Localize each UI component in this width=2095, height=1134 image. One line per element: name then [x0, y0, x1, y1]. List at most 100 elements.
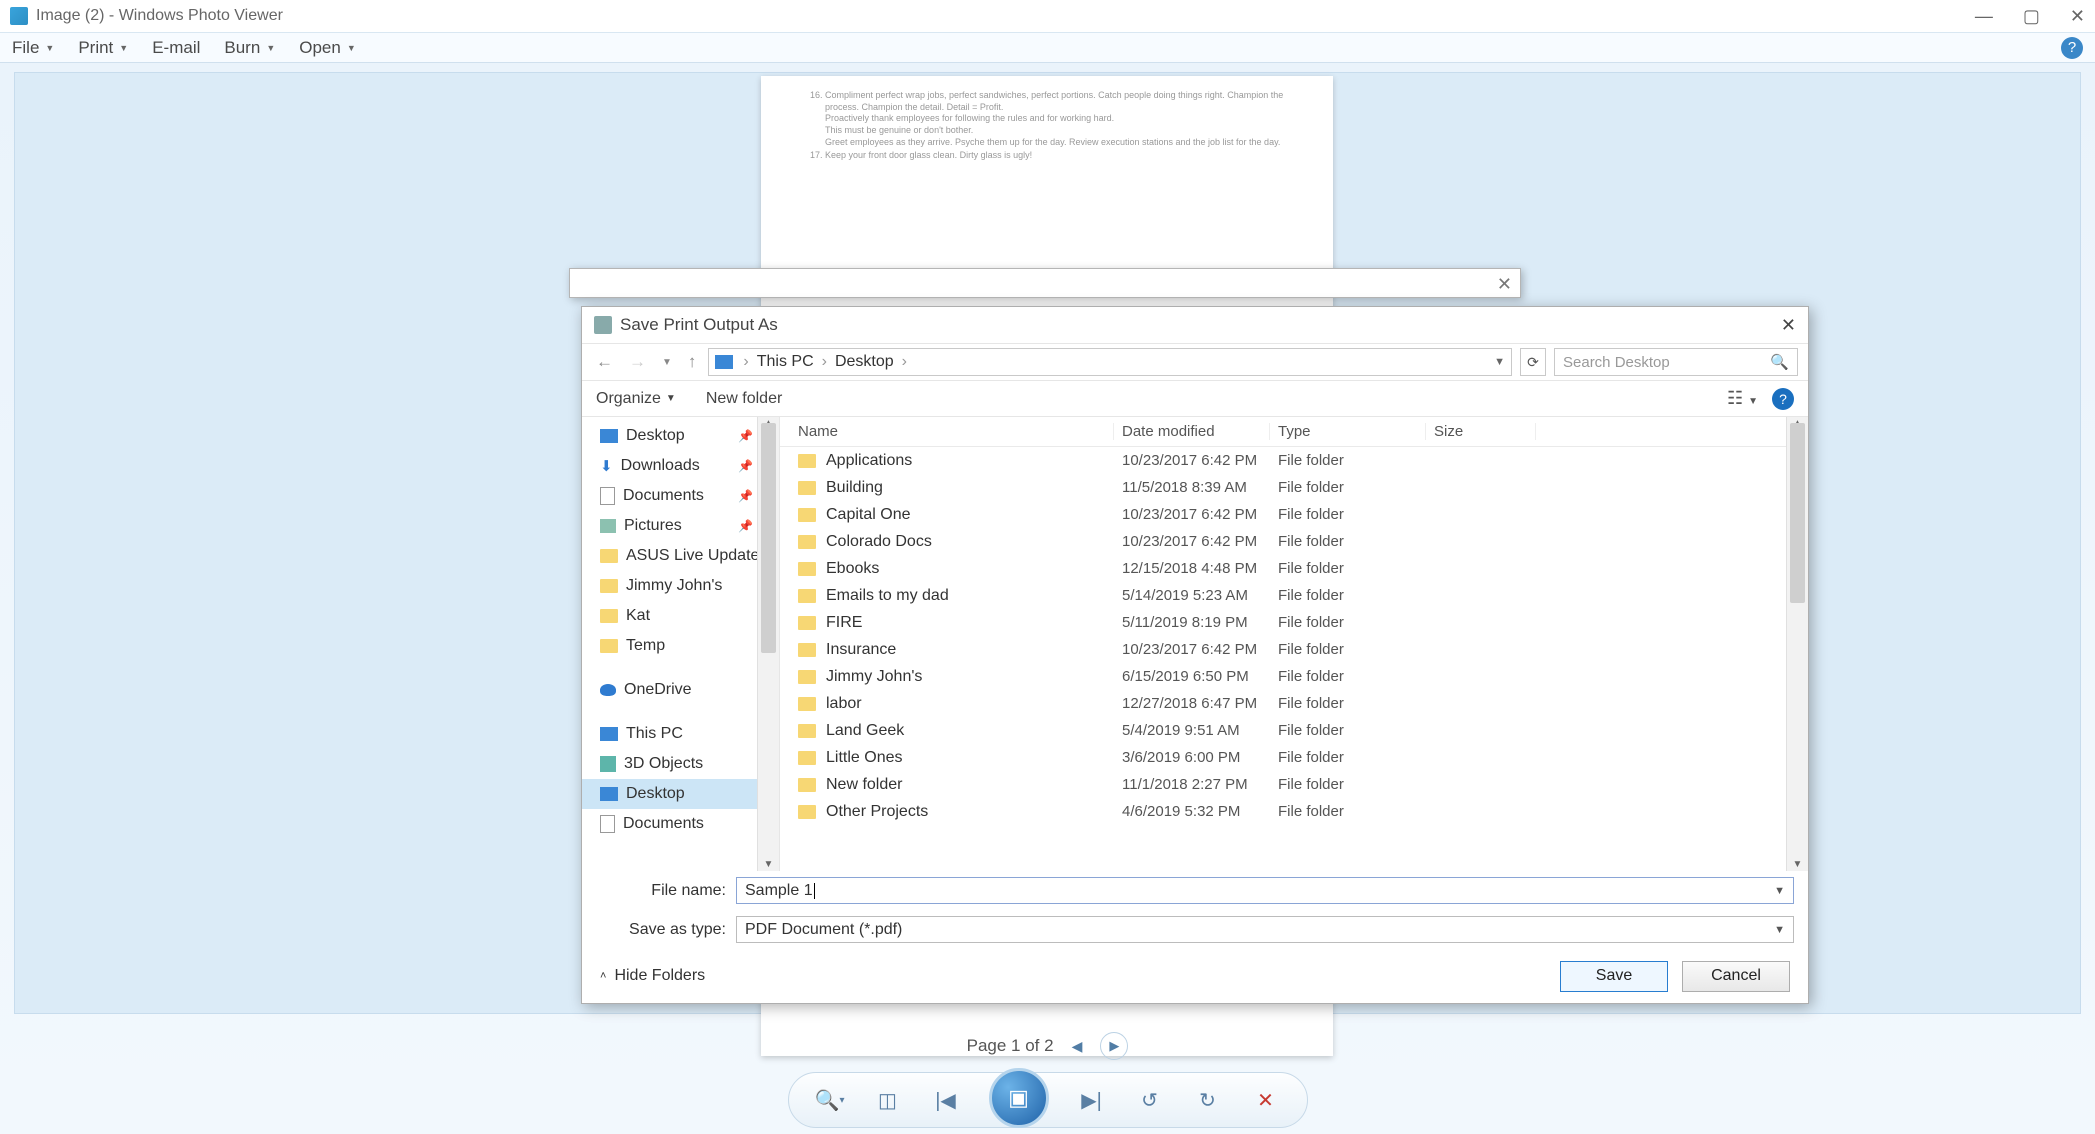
viewer-controls: 🔍▾ ◫ |◀ ▣ ▶| ↺ ↻ ✕: [788, 1072, 1308, 1128]
delete-button[interactable]: ✕: [1251, 1085, 1281, 1115]
zoom-button[interactable]: 🔍▾: [815, 1085, 845, 1115]
file-row[interactable]: Little Ones3/6/2019 6:00 PMFile folder: [780, 744, 1808, 771]
file-row[interactable]: Emails to my dad5/14/2019 5:23 AMFile fo…: [780, 582, 1808, 609]
filename-label: File name:: [596, 882, 736, 900]
dialog-icon: [594, 316, 612, 334]
nav-history-dropdown[interactable]: ▼: [658, 357, 676, 368]
folder-icon: [798, 805, 816, 819]
maximize-button[interactable]: ▢: [2023, 6, 2040, 27]
tree-item[interactable]: ASUS Live Update: [582, 541, 779, 571]
hide-folders-toggle[interactable]: ˄ Hide Folders: [600, 967, 705, 985]
chevron-down-icon[interactable]: ▼: [1494, 356, 1505, 368]
chevron-down-icon[interactable]: ▼: [1774, 924, 1785, 936]
view-options-button[interactable]: ☷ ▼: [1727, 388, 1758, 409]
new-folder-button[interactable]: New folder: [706, 390, 782, 408]
scroll-thumb[interactable]: [1790, 423, 1805, 603]
dialog-close-button[interactable]: ✕: [1781, 315, 1796, 336]
folder-icon: [798, 535, 816, 549]
chevron-down-icon: ▼: [119, 43, 128, 53]
cancel-button[interactable]: Cancel: [1682, 961, 1790, 992]
column-type[interactable]: Type: [1270, 423, 1426, 440]
prev-image-button[interactable]: |◀: [931, 1085, 961, 1115]
rotate-right-button[interactable]: ↻: [1193, 1085, 1223, 1115]
tree-item[interactable]: OneDrive: [582, 675, 779, 705]
tree-item[interactable]: Jimmy John's: [582, 571, 779, 601]
menu-file[interactable]: File▼: [12, 38, 54, 58]
menu-email[interactable]: E-mail: [152, 38, 200, 58]
file-row[interactable]: New folder11/1/2018 2:27 PMFile folder: [780, 771, 1808, 798]
file-row[interactable]: Capital One10/23/2017 6:42 PMFile folder: [780, 501, 1808, 528]
file-row[interactable]: Ebooks12/15/2018 4:48 PMFile folder: [780, 555, 1808, 582]
file-row[interactable]: labor12/27/2018 6:47 PMFile folder: [780, 690, 1808, 717]
close-icon[interactable]: ✕: [1497, 274, 1512, 295]
search-input[interactable]: Search Desktop 🔍: [1554, 348, 1798, 376]
next-image-button[interactable]: ▶|: [1077, 1085, 1107, 1115]
tree-item[interactable]: ⬇Downloads📌: [582, 451, 779, 481]
tree-item[interactable]: Kat: [582, 601, 779, 631]
app-icon: [10, 7, 28, 25]
folder-icon: [798, 643, 816, 657]
folder-icon: [798, 697, 816, 711]
filename-input[interactable]: Sample 1 ▼: [736, 877, 1794, 904]
file-list: Name Date modified Type Size Application…: [780, 417, 1808, 871]
nav-back-button[interactable]: ←: [592, 352, 617, 372]
file-row[interactable]: Colorado Docs10/23/2017 6:42 PMFile fold…: [780, 528, 1808, 555]
file-row[interactable]: Applications10/23/2017 6:42 PMFile folde…: [780, 447, 1808, 474]
save-button[interactable]: Save: [1560, 961, 1668, 992]
scroll-down-icon[interactable]: ▼: [1787, 859, 1808, 870]
tree-item[interactable]: Documents📌: [582, 481, 779, 511]
tree-item[interactable]: Pictures📌: [582, 511, 779, 541]
savetype-select[interactable]: PDF Document (*.pdf) ▼: [736, 916, 1794, 943]
column-date[interactable]: Date modified: [1114, 423, 1270, 440]
organize-button[interactable]: Organize▼: [596, 390, 676, 408]
tree-scrollbar[interactable]: ▲ ▼: [757, 417, 779, 871]
next-page-button[interactable]: ▶: [1100, 1032, 1128, 1060]
fit-button[interactable]: ◫: [873, 1085, 903, 1115]
folder-icon: [798, 670, 816, 684]
tree-item[interactable]: 3D Objects: [582, 749, 779, 779]
nav-up-button[interactable]: ↑: [684, 352, 701, 372]
file-row[interactable]: Land Geek5/4/2019 9:51 AMFile folder: [780, 717, 1808, 744]
dialog-title: Save Print Output As: [620, 315, 778, 335]
tree-item[interactable]: Temp: [582, 631, 779, 661]
breadcrumb-desktop[interactable]: Desktop: [835, 353, 894, 371]
menu-burn[interactable]: Burn▼: [224, 38, 275, 58]
breadcrumb[interactable]: › This PC › Desktop › ▼: [708, 348, 1512, 376]
file-row[interactable]: Other Projects4/6/2019 5:32 PMFile folde…: [780, 798, 1808, 825]
column-name[interactable]: Name: [780, 423, 1114, 440]
help-icon[interactable]: ?: [2061, 37, 2083, 59]
page-indicator: Page 1 of 2: [967, 1036, 1054, 1056]
folder-tree: Desktop📌⬇Downloads📌Documents📌Pictures📌AS…: [582, 417, 780, 871]
rotate-left-button[interactable]: ↺: [1135, 1085, 1165, 1115]
slideshow-button[interactable]: ▣: [989, 1068, 1049, 1128]
refresh-button[interactable]: ⟳: [1520, 348, 1546, 376]
file-list-header[interactable]: Name Date modified Type Size: [780, 417, 1808, 447]
savetype-label: Save as type:: [596, 921, 736, 939]
close-button[interactable]: ✕: [2070, 6, 2085, 27]
tree-item[interactable]: Documents: [582, 809, 779, 839]
file-row[interactable]: Jimmy John's6/15/2019 6:50 PMFile folder: [780, 663, 1808, 690]
file-row[interactable]: Building11/5/2018 8:39 AMFile folder: [780, 474, 1808, 501]
minimize-button[interactable]: —: [1975, 6, 1993, 27]
search-placeholder: Search Desktop: [1563, 354, 1670, 371]
tree-item[interactable]: Desktop📌: [582, 421, 779, 451]
file-row[interactable]: Insurance10/23/2017 6:42 PMFile folder: [780, 636, 1808, 663]
tree-item[interactable]: Desktop: [582, 779, 779, 809]
scroll-down-icon[interactable]: ▼: [758, 859, 779, 870]
nav-forward-button[interactable]: →: [625, 352, 650, 372]
folder-icon: [798, 589, 816, 603]
tree-item[interactable]: This PC: [582, 719, 779, 749]
chevron-down-icon[interactable]: ▼: [1774, 885, 1785, 897]
file-scrollbar[interactable]: ▲ ▼: [1786, 417, 1808, 871]
menu-print[interactable]: Print▼: [78, 38, 128, 58]
column-size[interactable]: Size: [1426, 423, 1536, 440]
window-title: Image (2) - Windows Photo Viewer: [36, 7, 283, 25]
chevron-down-icon: ▼: [666, 393, 676, 404]
scroll-thumb[interactable]: [761, 423, 776, 653]
breadcrumb-this-pc[interactable]: This PC: [757, 353, 814, 371]
help-icon[interactable]: ?: [1772, 388, 1794, 410]
menu-open[interactable]: Open▼: [299, 38, 356, 58]
prev-page-button[interactable]: ◀: [1072, 1038, 1083, 1055]
file-row[interactable]: FIRE5/11/2019 8:19 PMFile folder: [780, 609, 1808, 636]
folder-icon: [798, 778, 816, 792]
